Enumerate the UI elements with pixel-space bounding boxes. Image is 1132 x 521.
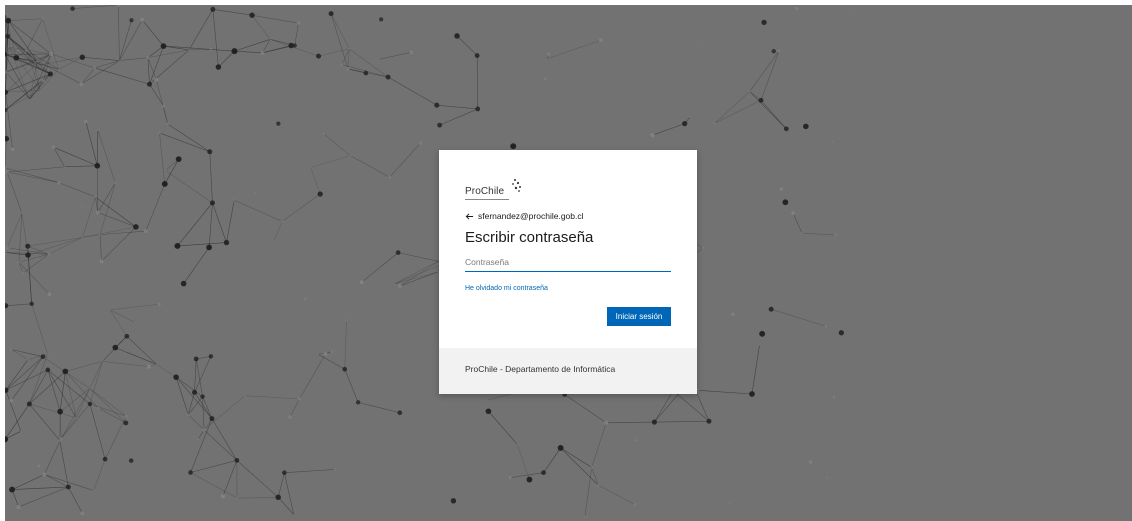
page-title: Escribir contraseña	[465, 229, 594, 246]
forgot-password-link[interactable]: He olvidado mi contraseña	[465, 285, 548, 292]
footer-text: ProChile - Departamento de Informática	[465, 364, 616, 374]
sign-in-button[interactable]: Iniciar sesión	[607, 307, 671, 326]
network-lines	[5, 5, 836, 517]
sign-in-card: ProChile sfernandez@prochile.gob.cl Escr…	[439, 150, 697, 394]
network-nodes	[5, 5, 854, 518]
identity-email: sfernandez@prochile.gob.cl	[478, 211, 584, 221]
card-footer: ProChile - Departamento de Informática	[439, 348, 697, 394]
login-page: ProChile sfernandez@prochile.gob.cl Escr…	[5, 5, 1132, 521]
logo-wordmark: ProChile	[465, 186, 505, 197]
password-input[interactable]	[465, 253, 671, 272]
prochile-logo: ProChile	[465, 178, 555, 200]
identity-banner[interactable]: sfernandez@prochile.gob.cl	[465, 209, 584, 223]
logo-underline	[465, 199, 509, 200]
sign-in-body: ProChile sfernandez@prochile.gob.cl Escr…	[439, 150, 697, 348]
prochile-dots-logo-icon	[512, 179, 521, 192]
back-arrow-icon[interactable]	[465, 212, 474, 221]
